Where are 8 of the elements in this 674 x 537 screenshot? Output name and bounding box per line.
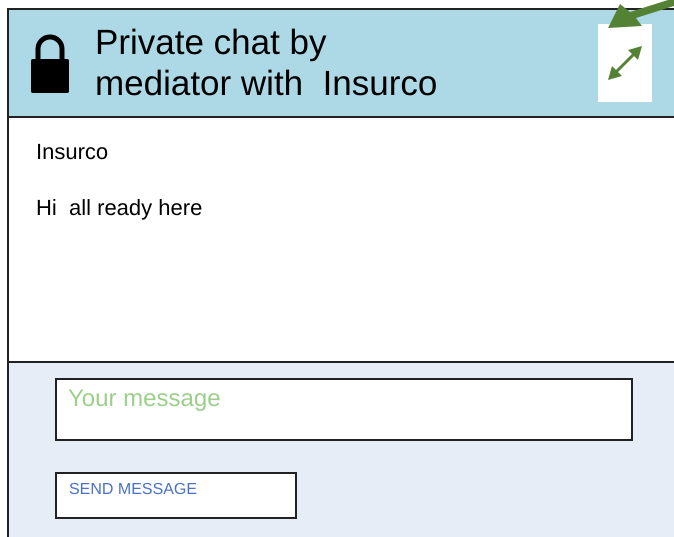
resize-icon [606, 44, 644, 82]
chat-title: Private chat by mediator with Insurco [95, 22, 438, 104]
sender-name: Insurco [36, 138, 110, 166]
send-button[interactable]: SEND MESSAGE [55, 472, 297, 519]
expand-button[interactable] [598, 24, 652, 102]
pointer-arrow-icon [608, 0, 674, 30]
message-input[interactable]: Your message [55, 378, 633, 441]
message-text: Hi all ready here [36, 194, 204, 222]
